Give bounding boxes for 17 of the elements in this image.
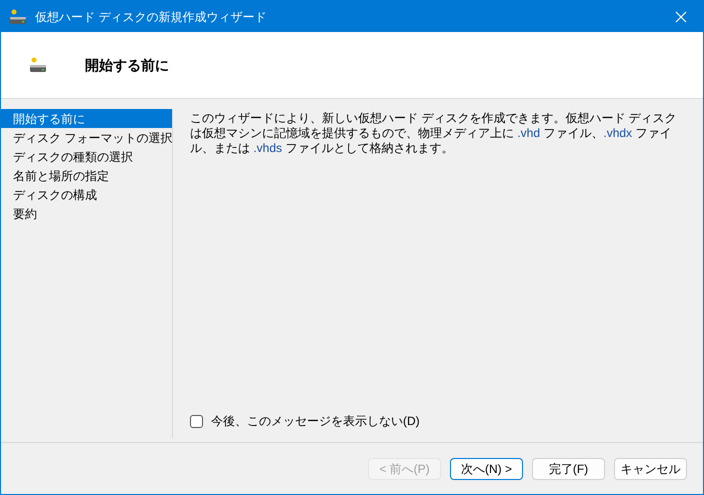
checkbox[interactable] (190, 414, 203, 428)
step-item[interactable]: ディスクの種類の選択 (1, 147, 172, 166)
wizard-button[interactable]: 完了(F) (532, 458, 605, 480)
wizard-button[interactable]: キャンセル (614, 458, 687, 480)
step-item[interactable]: 開始する前に (1, 109, 172, 128)
step-item[interactable]: 名前と場所の指定 (1, 166, 172, 185)
step-item[interactable]: 要約 (1, 204, 172, 223)
disk-icon (29, 56, 47, 74)
wizard-button[interactable]: 次へ(N) > (450, 458, 523, 480)
checkbox-label: 今後、このメッセージを表示しない(D) (211, 413, 420, 430)
disk-icon (9, 8, 27, 26)
window-title: 仮想ハード ディスクの新規作成ウィザード (35, 8, 266, 26)
page-title: 開始する前に (85, 56, 169, 75)
step-item[interactable]: ディスク フォーマットの選択 (1, 128, 172, 147)
close-icon[interactable] (675, 10, 687, 22)
step-item[interactable]: ディスクの構成 (1, 185, 172, 204)
description-text: このウィザードにより、新しい仮想ハード ディスクを作成できます。仮想ハード ディスクは仮想マシンに記憶域を提供するもので、物理メディア上に .vhd ファイル、.vhdx ファイル、または .vhds ファイルとして格納されます。 (190, 111, 678, 156)
